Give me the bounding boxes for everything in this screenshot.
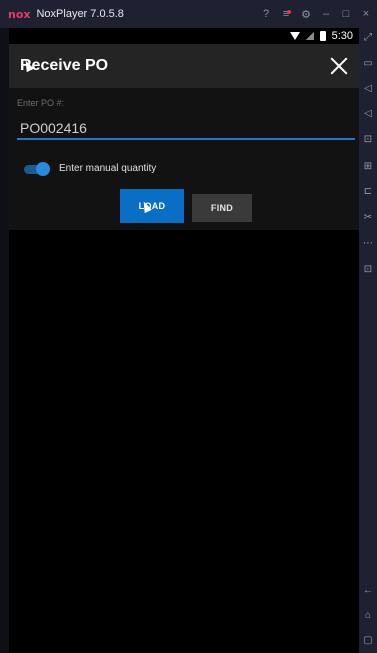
volume-down-icon[interactable]: ◁ [361, 108, 375, 119]
more-icon[interactable]: ⋯ [361, 238, 375, 249]
app-bar: Receive PO [9, 44, 359, 88]
emulator-titlebar: nox NoxPlayer 7.0.5.8 ? ≡ ⚙ – □ × [0, 0, 377, 28]
back-icon[interactable]: ← [361, 585, 375, 596]
keyboard-icon[interactable]: ▭ [361, 58, 375, 69]
minimize-icon[interactable]: – [317, 8, 335, 20]
android-screen: 5:30 Receive PO Enter PO #: Enter manual… [9, 28, 359, 653]
manual-quantity-toggle[interactable] [24, 162, 50, 176]
menu-icon[interactable]: ≡ [277, 8, 295, 20]
nox-logo: nox [8, 7, 31, 21]
fullscreen-icon[interactable]: ⤢ [361, 32, 375, 43]
battery-icon [319, 31, 326, 41]
find-button[interactable]: FIND [192, 194, 252, 222]
emulator-side-toolbar: ⤢ ▭ ◁ ◁ ⊡ ⊞ ⊏ ✂ ⋯ ⊡ ← ⌂ ▢ [359, 28, 377, 653]
status-time: 5:30 [331, 30, 353, 42]
home-icon[interactable]: ⌂ [361, 610, 375, 621]
po-field-label: Enter PO #: [17, 98, 65, 108]
window-close-icon[interactable]: × [357, 8, 375, 20]
window-controls: ? ≡ ⚙ – □ × [257, 0, 377, 28]
cut-icon[interactable]: ✂ [361, 212, 375, 223]
manual-quantity-label: Enter manual quantity [59, 163, 157, 174]
signal-icon [305, 32, 314, 40]
shake-icon[interactable]: ⊏ [361, 186, 375, 197]
volume-up-icon[interactable]: ◁ [361, 83, 375, 94]
wifi-icon [289, 32, 300, 40]
toggle-thumb [36, 162, 50, 176]
multi-instance-icon[interactable]: ⊡ [361, 264, 375, 275]
recent-apps-icon[interactable]: ▢ [361, 635, 375, 646]
load-button[interactable]: LOAD [120, 189, 184, 223]
close-icon[interactable] [329, 56, 349, 76]
android-statusbar: 5:30 [9, 28, 359, 44]
page-title: Receive PO [20, 57, 109, 74]
window-title: NoxPlayer 7.0.5.8 [36, 8, 124, 20]
apk-install-icon[interactable]: ⊞ [361, 161, 375, 172]
po-number-input[interactable] [17, 118, 355, 140]
screenshot-icon[interactable]: ⊡ [361, 134, 375, 145]
receive-po-form: Enter PO #: Enter manual quantity LOAD F… [9, 88, 359, 230]
settings-icon[interactable]: ⚙ [297, 8, 315, 21]
maximize-icon[interactable]: □ [337, 8, 355, 20]
help-icon[interactable]: ? [257, 8, 275, 20]
